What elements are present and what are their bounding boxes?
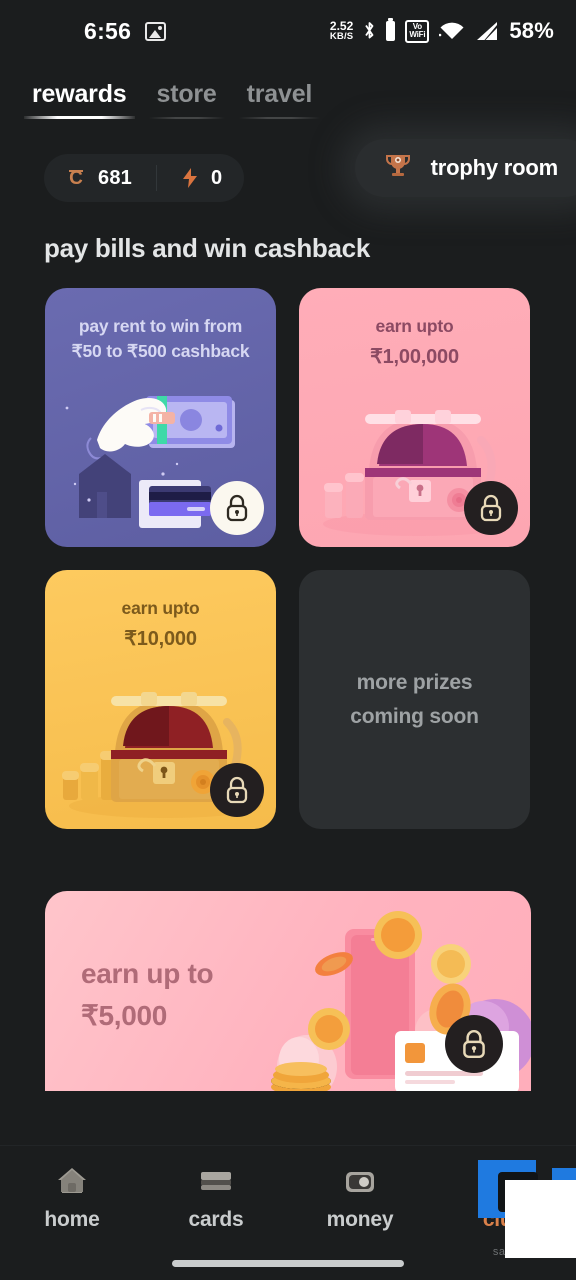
signal-icon — [475, 21, 499, 41]
stats-pill[interactable]: C 681 0 — [44, 154, 245, 202]
lock-badge-earn-10000[interactable] — [210, 763, 264, 817]
bolt-stat[interactable]: 0 — [181, 167, 222, 190]
lock-icon — [226, 776, 248, 804]
card-coming-soon-text: more prizes coming soon — [299, 570, 530, 829]
nav-item-home[interactable]: home — [0, 1162, 144, 1232]
credit-card-icon — [198, 1162, 234, 1196]
battery-percent: 58% — [509, 18, 554, 43]
card-coming-soon-line1: more prizes — [356, 670, 473, 694]
status-bar: 6:56 2.52 KB/S Vo WiFi 58% — [0, 0, 576, 62]
status-bar-right: 2.52 KB/S Vo WiFi 58% — [330, 18, 554, 44]
reward-card-grid: pay rent to win from ₹50 to ₹500 cashbac… — [0, 264, 576, 829]
lock-badge-earn-100000[interactable] — [464, 481, 518, 535]
tab-rewards[interactable]: rewards — [24, 80, 135, 119]
network-speed-indicator: 2.52 KB/S — [330, 20, 354, 42]
nav-label-home: home — [44, 1208, 100, 1231]
vowifi-line2: WiFi — [409, 30, 426, 39]
top-tabs: rewards store travel — [0, 62, 576, 119]
stats-divider — [155, 165, 157, 191]
reward-card-pay-rent[interactable]: pay rent to win from ₹50 to ₹500 cashbac… — [45, 288, 276, 547]
coin-value: 681 — [98, 166, 132, 189]
reward-card-earn-10000[interactable]: earn upto ₹10,000 — [45, 570, 276, 829]
nav-item-cards[interactable]: cards — [144, 1162, 288, 1232]
reward-card-earn-100000[interactable]: earn upto ₹1,00,000 — [299, 288, 530, 547]
banner-line2: ₹5,000 — [81, 1000, 168, 1031]
lock-icon — [226, 494, 248, 522]
tab-travel[interactable]: travel — [238, 80, 321, 119]
wifi-icon — [439, 21, 465, 41]
reward-card-coming-soon: more prizes coming soon — [299, 570, 530, 829]
lock-icon — [480, 494, 502, 522]
tab-rewards-label: rewards — [32, 80, 127, 108]
network-speed-unit: KB/S — [329, 31, 354, 43]
vowifi-icon: Vo WiFi — [405, 19, 430, 43]
image-icon — [145, 21, 167, 41]
wallet-icon — [342, 1162, 378, 1196]
bolt-value: 0 — [210, 166, 223, 189]
lock-badge-pay-rent[interactable] — [210, 481, 264, 535]
nav-item-money[interactable]: money — [288, 1162, 432, 1232]
status-time: 6:56 — [84, 17, 132, 44]
house-icon — [55, 1162, 89, 1196]
bluetooth-icon — [363, 20, 376, 42]
lock-badge-banner[interactable] — [445, 1015, 503, 1073]
banner-line1: earn up to — [81, 958, 214, 989]
tab-store-label: store — [156, 80, 217, 108]
nav-label-money: money — [326, 1208, 394, 1231]
banner-title: earn up to ₹5,000 — [81, 953, 214, 1037]
coin-stat[interactable]: C 681 — [66, 167, 132, 190]
overlay-artifact-white — [505, 1180, 576, 1258]
trophy-room-button[interactable]: trophy room — [354, 139, 576, 197]
tab-travel-label: travel — [246, 80, 313, 108]
lightning-bolt-icon — [181, 167, 199, 189]
stats-row: C 681 0 trophy room — [0, 119, 576, 211]
home-indicator — [172, 1260, 404, 1267]
cred-coin-icon: C — [66, 168, 86, 189]
trophy-room-label: trophy room — [430, 155, 559, 180]
nav-label-cards: cards — [188, 1208, 244, 1231]
card-coming-soon-line2: coming soon — [350, 704, 479, 728]
tab-store[interactable]: store — [148, 80, 225, 119]
battery-icon — [386, 18, 396, 41]
earn-up-to-banner[interactable]: earn up to ₹5,000 — [45, 891, 531, 1091]
section-title: pay bills and win cashback — [44, 233, 370, 263]
status-bar-left: 6:56 — [84, 17, 167, 45]
app-screen: 6:56 2.52 KB/S Vo WiFi 58% rewards store… — [0, 0, 576, 1280]
trophy-icon — [383, 151, 413, 186]
lock-icon — [463, 1029, 485, 1059]
